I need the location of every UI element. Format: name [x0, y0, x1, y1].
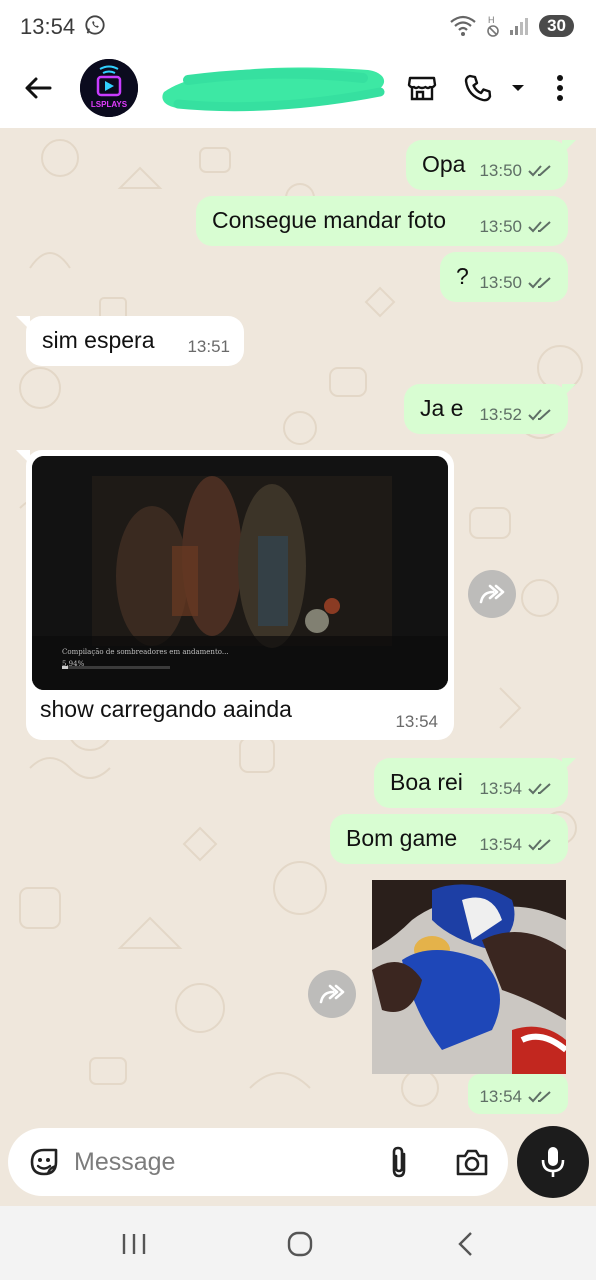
- contact-avatar[interactable]: LSPLAYS: [80, 59, 138, 117]
- outgoing-message[interactable]: Boa rei 13:54: [374, 758, 568, 808]
- outgoing-photo[interactable]: [372, 880, 566, 1074]
- attach-paperclip-icon[interactable]: [382, 1144, 416, 1180]
- status-icons: H 30: [449, 14, 574, 38]
- recent-apps-button[interactable]: [114, 1224, 154, 1264]
- mute-icon: H: [487, 15, 499, 37]
- more-options-button[interactable]: [542, 68, 578, 108]
- message-input[interactable]: [74, 1144, 364, 1180]
- message-time: 13:50: [479, 273, 522, 292]
- microphone-icon: [541, 1147, 565, 1177]
- message-time: 13:50: [479, 217, 522, 236]
- message-meta: 13:52: [479, 405, 554, 425]
- message-text: Consegue mandar foto: [212, 207, 446, 233]
- message-meta: 13:50: [479, 217, 554, 237]
- bubble-tail: [16, 316, 30, 330]
- bubble-tail: [562, 140, 576, 154]
- photo-meta-bubble: 13:54: [468, 1074, 568, 1114]
- message-meta: 13:54: [479, 779, 554, 799]
- recent-apps-icon: [122, 1234, 146, 1254]
- outgoing-message[interactable]: Bom game 13:54: [330, 814, 568, 864]
- forward-button[interactable]: [468, 570, 516, 618]
- whatsapp-notification-icon: [85, 15, 105, 35]
- incoming-message[interactable]: sim espera 13:51: [26, 316, 244, 366]
- read-ticks-icon: [528, 409, 551, 421]
- message-composer: [0, 1126, 596, 1206]
- forward-button[interactable]: [308, 970, 356, 1018]
- message-time: 13:54: [479, 1087, 522, 1106]
- forward-icon: [479, 584, 505, 604]
- phone-icon: [464, 74, 492, 102]
- message-meta: 13:50: [479, 273, 554, 293]
- message-text: sim espera: [42, 327, 155, 353]
- message-text: Ja e: [420, 395, 464, 421]
- message-time: 13:52: [479, 405, 522, 424]
- wifi-icon: [450, 15, 476, 36]
- video-thumbnail[interactable]: Compilação de sombreadores em andamento.…: [32, 456, 448, 690]
- message-time: 13:51: [187, 337, 230, 356]
- read-ticks-icon: [528, 839, 551, 851]
- battery-indicator: 30: [539, 15, 574, 37]
- video-progress-bar: [62, 666, 170, 669]
- contact-name-redacted[interactable]: [158, 62, 390, 116]
- message-time: 13:54: [395, 712, 438, 731]
- message-time: 13:54: [479, 835, 522, 854]
- storefront-icon: [407, 76, 437, 101]
- message-meta: 13:54: [479, 1087, 554, 1107]
- message-text: Boa rei: [390, 769, 463, 795]
- bubble-tail: [562, 384, 576, 398]
- message-meta: 13:54: [479, 835, 554, 855]
- bubble-tail: [16, 450, 30, 464]
- call-options-dropdown[interactable]: [500, 68, 536, 108]
- caret-down-icon: [512, 85, 524, 91]
- message-list[interactable]: Opa 13:50 Consegue mandar foto 13:50 ? 1…: [0, 128, 596, 1128]
- signal-icon: [510, 18, 529, 35]
- svg-text:H: H: [488, 15, 495, 25]
- outgoing-message[interactable]: ? 13:50: [440, 252, 568, 302]
- redaction-scribble: [162, 67, 385, 112]
- home-icon: [287, 1231, 313, 1257]
- video-caption: show carregando aainda: [40, 696, 292, 722]
- status-bar: 13:54 H 30: [0, 0, 596, 52]
- read-ticks-icon: [528, 277, 551, 289]
- message-time: 13:54: [479, 779, 522, 798]
- photo-image: [372, 880, 566, 1074]
- incoming-video-message[interactable]: Compilação de sombreadores em andamento.…: [26, 450, 454, 740]
- home-button[interactable]: [280, 1224, 320, 1264]
- business-profile-button[interactable]: [402, 68, 442, 108]
- message-text: ?: [456, 263, 469, 289]
- more-vertical-icon: [557, 75, 563, 101]
- system-back-button[interactable]: [446, 1224, 486, 1264]
- system-navigation-bar: [0, 1206, 596, 1280]
- message-text: Bom game: [346, 825, 458, 851]
- voice-message-button[interactable]: [517, 1126, 589, 1198]
- read-ticks-icon: [528, 165, 551, 177]
- read-ticks-icon: [528, 1091, 551, 1103]
- lsplays-logo-icon: LSPLAYS: [80, 59, 138, 117]
- voice-call-button[interactable]: [458, 68, 498, 108]
- video-progress-fill: [62, 666, 69, 669]
- outgoing-message[interactable]: Opa 13:50: [406, 140, 568, 190]
- message-meta: 13:50: [479, 161, 554, 181]
- outgoing-message[interactable]: Ja e 13:52: [404, 384, 568, 434]
- status-time: 13:54: [20, 14, 76, 39]
- forward-icon: [319, 984, 345, 1004]
- sticker-emoji-icon[interactable]: [26, 1144, 62, 1180]
- chevron-left-icon: [458, 1232, 472, 1256]
- read-ticks-icon: [528, 221, 551, 233]
- video-overlay-text: Compilação de sombreadores em andamento.…: [62, 648, 229, 656]
- back-arrow-icon[interactable]: [20, 70, 56, 106]
- svg-text:LSPLAYS: LSPLAYS: [91, 100, 128, 109]
- bubble-tail: [562, 758, 576, 772]
- message-text: Opa: [422, 151, 466, 177]
- chat-header: LSPLAYS: [0, 52, 596, 128]
- composer-pill: [8, 1128, 508, 1196]
- message-time: 13:50: [479, 161, 522, 180]
- read-ticks-icon: [528, 783, 551, 795]
- camera-icon[interactable]: [454, 1144, 490, 1180]
- outgoing-message[interactable]: Consegue mandar foto 13:50: [196, 196, 568, 246]
- message-meta: 13:51: [187, 337, 230, 357]
